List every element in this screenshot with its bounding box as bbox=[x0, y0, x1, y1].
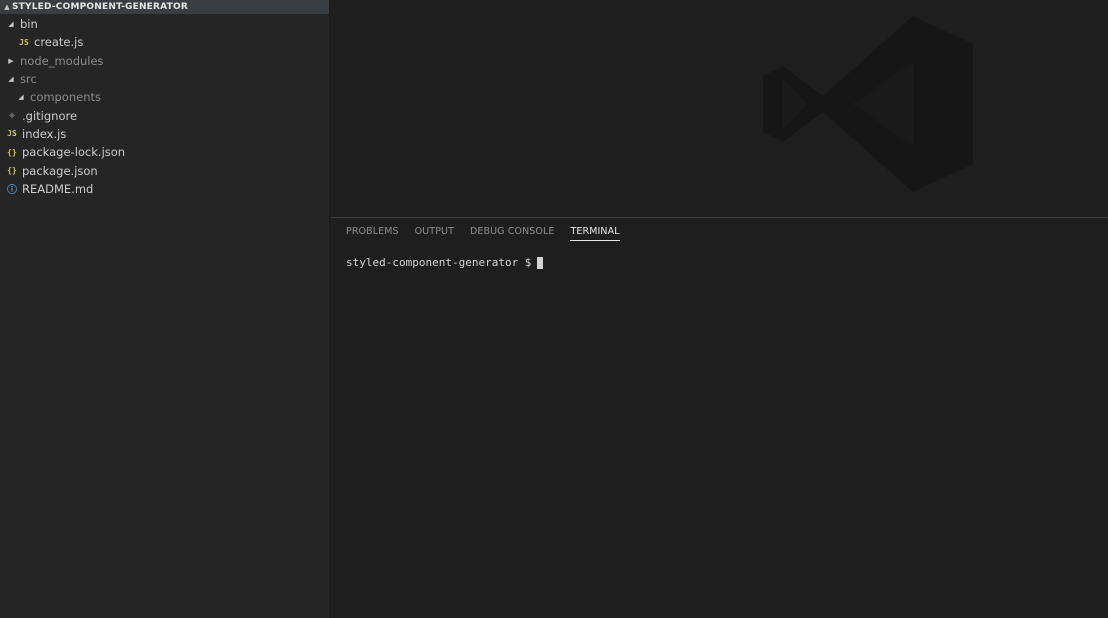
chevron-down-icon: ◢ bbox=[8, 75, 14, 84]
json-file-icon: {} bbox=[7, 147, 17, 157]
tree-item-label: create.js bbox=[34, 35, 84, 50]
tree-item-label: index.js bbox=[22, 126, 67, 141]
terminal-cursor bbox=[537, 256, 544, 269]
tree-item-bin[interactable]: ◢ bin bbox=[0, 15, 329, 33]
js-file-icon: JS bbox=[7, 129, 17, 139]
terminal[interactable]: styled-component-generator $ bbox=[346, 256, 544, 269]
tree-item-create-js[interactable]: JS create.js bbox=[0, 33, 329, 51]
main-area: PROBLEMS OUTPUT DEBUG CONSOLE TERMINAL s… bbox=[330, 0, 1108, 618]
tree-item-package-json[interactable]: {} package.json bbox=[0, 161, 329, 179]
tree-item-label: package-lock.json bbox=[22, 145, 126, 160]
tree-item-readme[interactable]: ⓘ README.md bbox=[0, 180, 329, 198]
bottom-panel: PROBLEMS OUTPUT DEBUG CONSOLE TERMINAL s… bbox=[330, 218, 1108, 618]
panel-tabs: PROBLEMS OUTPUT DEBUG CONSOLE TERMINAL bbox=[346, 226, 620, 241]
explorer-title: STYLED-COMPONENT-GENERATOR bbox=[12, 2, 188, 12]
tab-output[interactable]: OUTPUT bbox=[415, 226, 454, 241]
vscode-logo-icon bbox=[763, 16, 973, 192]
tree-item-gitignore[interactable]: ◈ .gitignore bbox=[0, 106, 329, 124]
terminal-prompt: styled-component-generator $ bbox=[346, 256, 532, 269]
chevron-right-icon: ▶ bbox=[8, 56, 14, 65]
chevron-down-icon: ◢ bbox=[8, 20, 14, 29]
json-file-icon: {} bbox=[7, 166, 17, 176]
chevron-down-icon: ▲ bbox=[4, 3, 10, 11]
tab-debug-console[interactable]: DEBUG CONSOLE bbox=[470, 226, 555, 241]
file-tree: ◢ bin JS create.js ▶ node_modules ◢ src … bbox=[0, 15, 329, 198]
tree-item-label: components bbox=[30, 90, 102, 105]
tree-item-label: bin bbox=[20, 17, 38, 32]
tree-item-label: src bbox=[20, 72, 37, 87]
editor-empty-area[interactable] bbox=[330, 0, 1108, 217]
tree-item-package-lock-json[interactable]: {} package-lock.json bbox=[0, 143, 329, 161]
tab-problems[interactable]: PROBLEMS bbox=[346, 226, 399, 241]
js-file-icon: JS bbox=[19, 37, 29, 47]
tab-terminal[interactable]: TERMINAL bbox=[570, 226, 620, 241]
git-file-icon: ◈ bbox=[8, 110, 16, 122]
tree-item-label: README.md bbox=[22, 181, 94, 196]
explorer-sidebar: ▲ STYLED-COMPONENT-GENERATOR ◢ bin JS cr… bbox=[0, 0, 330, 618]
tree-item-label: node_modules bbox=[20, 53, 104, 68]
vscode-window: ▲ STYLED-COMPONENT-GENERATOR ◢ bin JS cr… bbox=[0, 0, 1108, 618]
chevron-down-icon: ◢ bbox=[18, 93, 24, 102]
tree-item-src[interactable]: ◢ src bbox=[0, 70, 329, 88]
tree-item-label: package.json bbox=[22, 163, 98, 178]
tree-item-components[interactable]: ◢ components bbox=[0, 88, 329, 106]
info-icon: ⓘ bbox=[7, 185, 17, 197]
explorer-header[interactable]: ▲ STYLED-COMPONENT-GENERATOR bbox=[0, 0, 329, 14]
tree-item-label: .gitignore bbox=[22, 108, 78, 123]
tree-item-node-modules[interactable]: ▶ node_modules bbox=[0, 52, 329, 70]
tree-item-index-js[interactable]: JS index.js bbox=[0, 125, 329, 143]
